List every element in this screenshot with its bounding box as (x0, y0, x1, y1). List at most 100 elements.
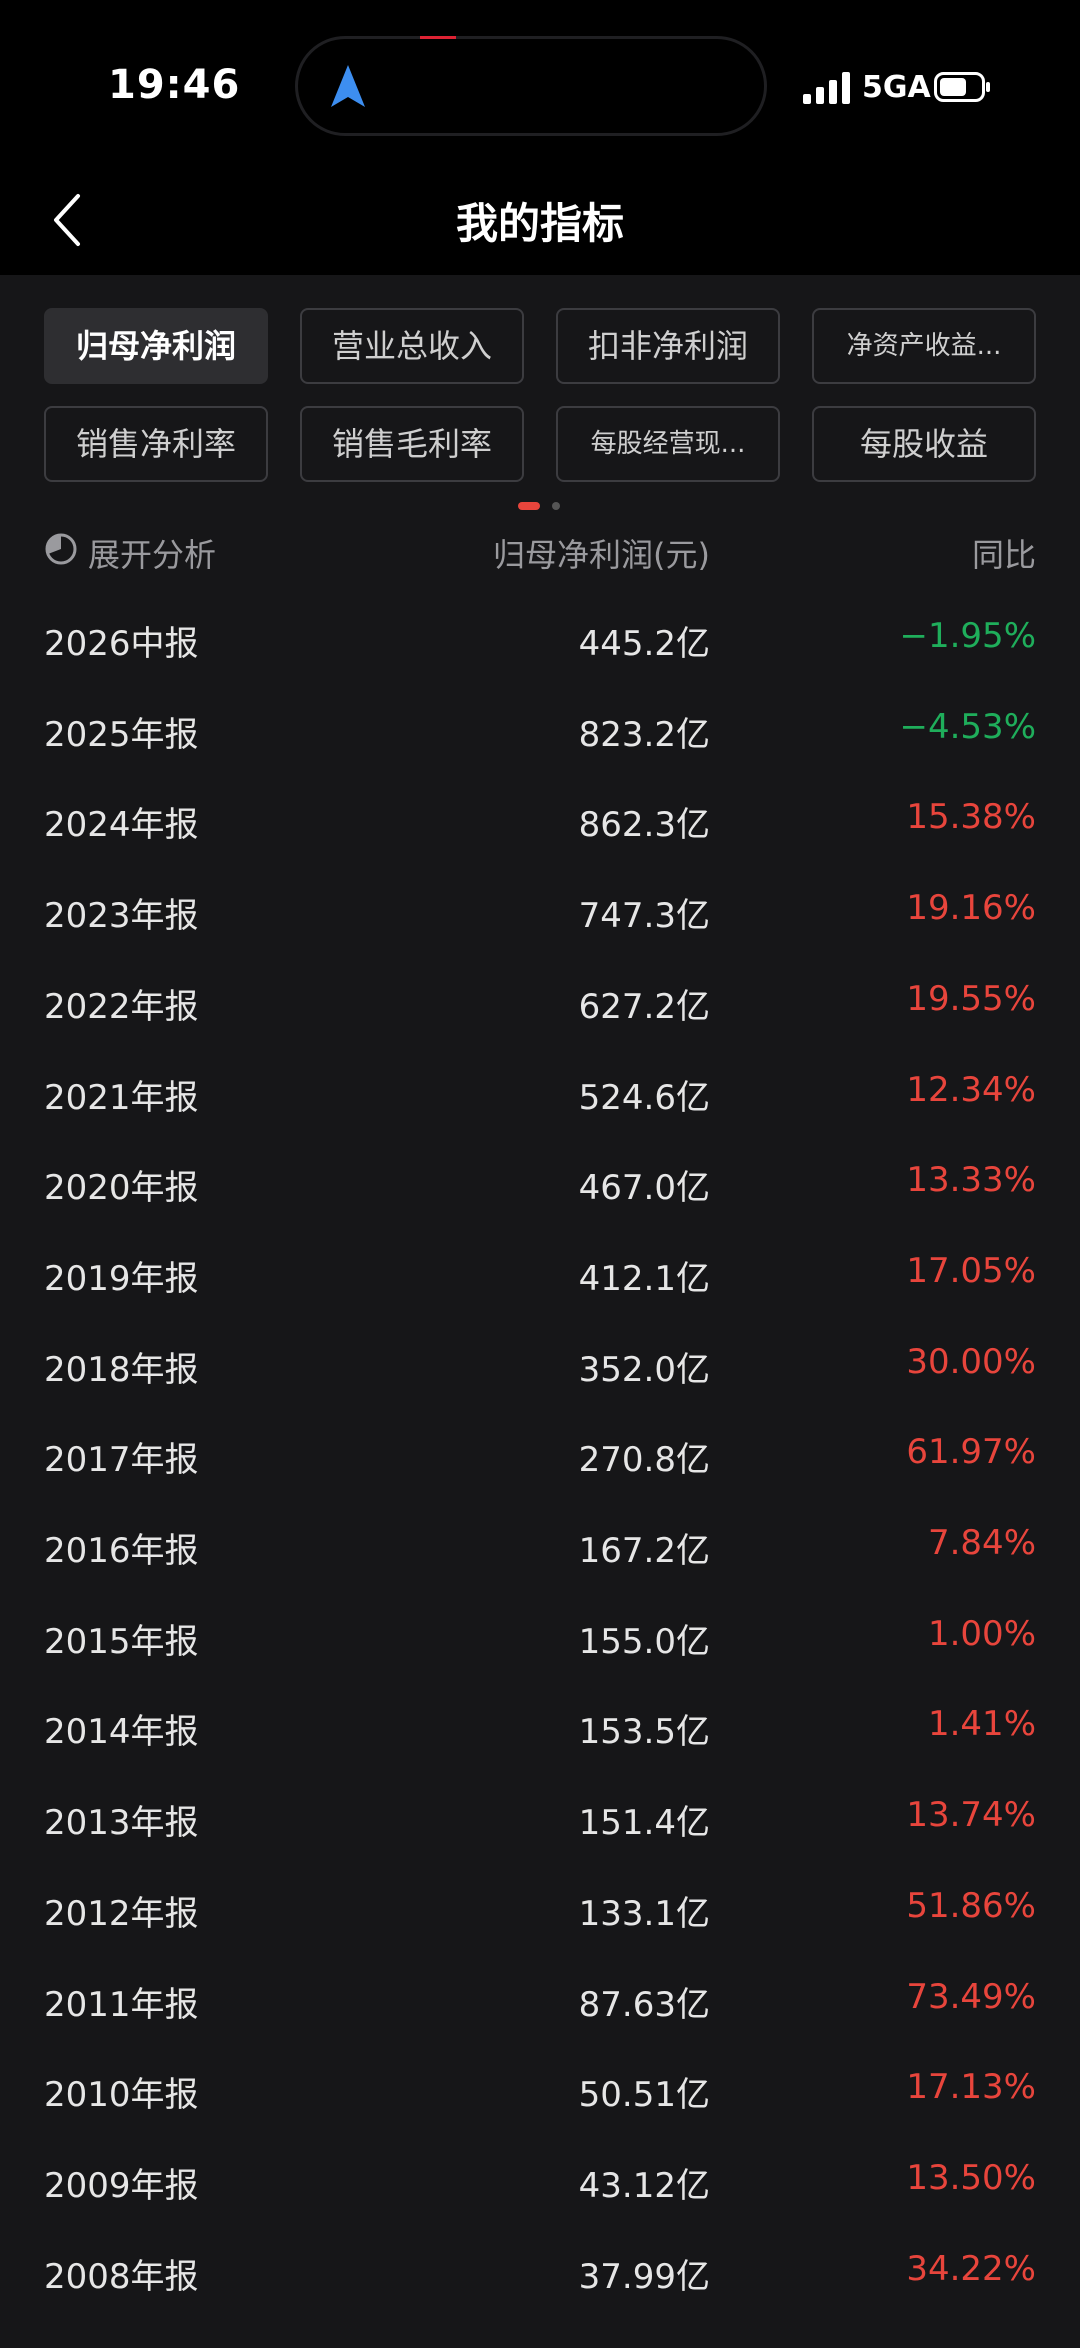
value-cell: 155.0亿 (578, 1621, 710, 1662)
table-row[interactable]: 2008年报 37.99亿 34.22% (44, 2227, 1036, 2318)
value-cell: 153.5亿 (578, 1712, 710, 1753)
table-row[interactable]: 2013年报 151.4亿 13.74% (44, 1773, 1036, 1864)
yoy-cell: 61.97% (906, 1432, 1036, 1473)
value-column-header: 归母净利润(元) (493, 536, 710, 574)
table-row[interactable]: 2024年报 862.3亿 15.38% (44, 775, 1036, 866)
value-cell: 167.2亿 (578, 1531, 710, 1571)
period-cell: 2021年报 (44, 1077, 199, 1118)
value-cell: 151.4亿 (578, 1803, 710, 1844)
period-cell: 2010年报 (44, 2075, 199, 2116)
value-cell: 270.8亿 (578, 1440, 710, 1481)
period-cell: 2023年报 (44, 896, 199, 937)
yoy-cell: 19.55% (906, 978, 1036, 1019)
yoy-cell: 19.16% (906, 888, 1036, 929)
yoy-cell: 17.13% (906, 2067, 1036, 2108)
yoy-cell: 1.00% (927, 1613, 1036, 1654)
chip-total-revenue[interactable]: 营业总收入 (300, 308, 524, 384)
yoy-cell: 7.84% (927, 1523, 1036, 1563)
navigation-arrow-icon (331, 65, 365, 107)
chip-gross-margin[interactable]: 销售毛利率 (300, 406, 524, 482)
table-row[interactable]: 2025年报 823.2亿 −4.53% (44, 685, 1036, 776)
pie-chart-icon[interactable] (44, 532, 78, 566)
period-cell: 2009年报 (44, 2165, 199, 2206)
signal-bars-icon (803, 72, 850, 104)
table-row[interactable]: 2012年报 133.1亿 51.86% (44, 1864, 1036, 1955)
table-row[interactable]: 2020年报 467.0亿 13.33% (44, 1138, 1036, 1229)
period-cell: 2025年报 (44, 714, 199, 755)
table-row[interactable]: 2026中报 445.2亿 −1.95% (44, 594, 1036, 685)
yoy-cell: 73.49% (906, 1976, 1036, 2017)
chip-eps[interactable]: 每股收益 (812, 406, 1036, 482)
yoy-cell: 51.86% (906, 1885, 1036, 1926)
period-cell: 2016年报 (44, 1531, 199, 1571)
value-cell: 37.99亿 (578, 2256, 710, 2297)
network-label: 5GA (862, 70, 931, 105)
period-cell: 2017年报 (44, 1440, 199, 1481)
period-cell: 2013年报 (44, 1803, 199, 1844)
page-dot-active (518, 502, 540, 510)
chip-deducted-net-profit[interactable]: 扣非净利润 (556, 308, 780, 384)
yoy-cell: 13.33% (906, 1160, 1036, 1201)
period-cell: 2020年报 (44, 1168, 199, 1209)
table-row[interactable]: 2016年报 167.2亿 7.84% (44, 1501, 1036, 1592)
status-time: 19:46 (108, 62, 241, 108)
yoy-cell: 1.41% (927, 1704, 1036, 1745)
value-cell: 524.6亿 (578, 1077, 710, 1118)
expand-analysis-link[interactable]: 展开分析 (88, 530, 216, 576)
value-cell: 412.1亿 (578, 1258, 710, 1299)
yoy-cell: −4.53% (899, 706, 1037, 747)
value-cell: 87.63亿 (578, 1984, 710, 2025)
table-header: 展开分析 归母净利润(元) 同比 (44, 524, 1036, 576)
yoy-cell: 17.05% (906, 1250, 1036, 1291)
value-cell: 352.0亿 (578, 1349, 710, 1390)
table-row[interactable]: 2022年报 627.2亿 19.55% (44, 957, 1036, 1048)
yoy-cell: −1.95% (899, 616, 1037, 656)
table-row[interactable]: 2017年报 270.8亿 61.97% (44, 1410, 1036, 1501)
table-row[interactable]: 2009年报 43.12亿 13.50% (44, 2136, 1036, 2227)
chip-net-margin[interactable]: 销售净利率 (44, 406, 268, 482)
period-cell: 2019年报 (44, 1258, 199, 1299)
table-row[interactable]: 2019年报 412.1亿 17.05% (44, 1229, 1036, 1320)
yoy-column-header: 同比 (971, 536, 1036, 574)
yoy-cell: 30.00% (906, 1341, 1036, 1382)
yoy-cell: 34.22% (906, 2248, 1036, 2289)
status-bar: 19:46 5GA (0, 0, 1080, 170)
chip-operating-cashflow-per-share[interactable]: 每股经营现... (556, 406, 780, 482)
page-dot (552, 502, 560, 510)
yoy-cell: 13.50% (906, 2157, 1036, 2198)
value-cell: 627.2亿 (578, 986, 710, 1027)
period-cell: 2012年报 (44, 1893, 199, 1934)
period-cell: 2026中报 (44, 624, 199, 664)
period-cell: 2014年报 (44, 1712, 199, 1753)
period-cell: 2024年报 (44, 805, 199, 846)
period-cell: 2015年报 (44, 1621, 199, 1662)
chip-roe[interactable]: 净资产收益... (812, 308, 1036, 384)
period-cell: 2022年报 (44, 986, 199, 1027)
island-indicator (420, 36, 456, 39)
table-row[interactable]: 2011年报 87.63亿 73.49% (44, 1955, 1036, 2046)
battery-icon (934, 72, 990, 102)
period-cell: 2011年报 (44, 1984, 199, 2025)
value-cell: 50.51亿 (578, 2075, 710, 2116)
table-row[interactable]: 2018年报 352.0亿 30.00% (44, 1320, 1036, 1411)
yoy-cell: 13.74% (906, 1795, 1036, 1836)
yoy-cell: 12.34% (906, 1069, 1036, 1110)
value-cell: 823.2亿 (578, 714, 710, 755)
value-cell: 862.3亿 (578, 805, 710, 846)
page-title: 我的指标 (455, 199, 624, 248)
dynamic-island (295, 36, 767, 136)
value-cell: 133.1亿 (578, 1893, 710, 1934)
yoy-cell: 15.38% (906, 797, 1036, 838)
value-cell: 43.12亿 (578, 2165, 710, 2206)
period-cell: 2008年报 (44, 2256, 199, 2297)
nav-header: 我的指标 (0, 170, 1080, 275)
chip-net-profit-parent[interactable]: 归母净利润 (44, 308, 268, 384)
table-row[interactable]: 2015年报 155.0亿 1.00% (44, 1592, 1036, 1683)
value-cell: 747.3亿 (578, 896, 710, 937)
table-row[interactable]: 2023年报 747.3亿 19.16% (44, 866, 1036, 957)
period-cell: 2018年报 (44, 1349, 199, 1390)
table-row[interactable]: 2014年报 153.5亿 1.41% (44, 1682, 1036, 1773)
table-row[interactable]: 2021年报 524.6亿 12.34% (44, 1048, 1036, 1139)
value-cell: 467.0亿 (578, 1168, 710, 1209)
table-row[interactable]: 2010年报 50.51亿 17.13% (44, 2045, 1036, 2136)
